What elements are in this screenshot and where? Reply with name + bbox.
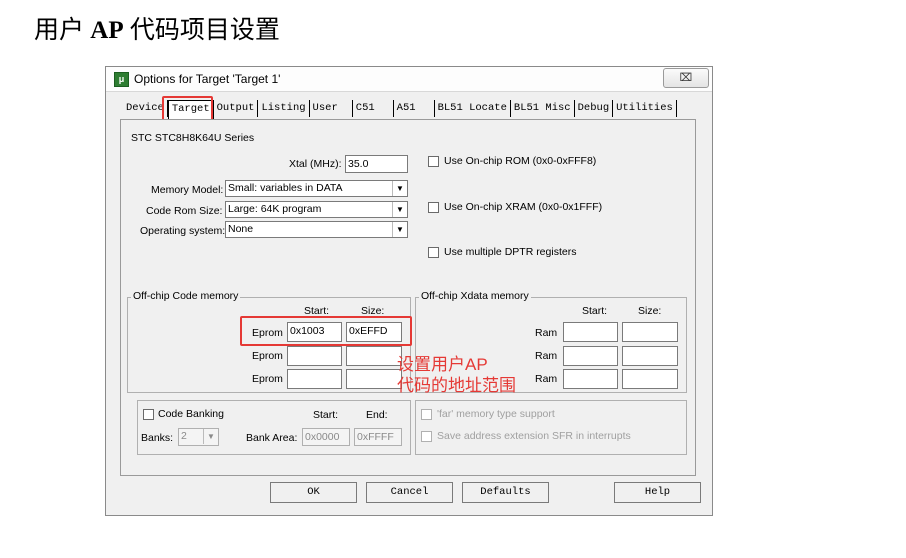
help-button[interactable]: Help [614, 482, 701, 503]
banks-select[interactable]: 2 ▼ [178, 428, 219, 446]
cancel-button[interactable]: Cancel [366, 482, 453, 503]
os-value: None [228, 223, 254, 235]
ram-size-input[interactable] [622, 322, 678, 342]
page-heading: 用户 AP 代码项目设置 [34, 17, 280, 44]
eprom-label: Eprom [252, 373, 283, 385]
tab-c51[interactable]: C51 [353, 100, 394, 117]
eprom-start-input[interactable] [287, 369, 342, 389]
chevron-down-icon: ▼ [392, 202, 407, 217]
ram-label: Ram [535, 350, 558, 362]
eprom-size-input[interactable] [346, 369, 402, 389]
dialog-titlebar: μ Options for Target 'Target 1' ⌧ [106, 67, 712, 92]
memory-model-label: Memory Model: [151, 184, 224, 196]
device-name: STC STC8H8K64U Series [131, 132, 255, 144]
xdata-size-header: Size: [638, 305, 662, 317]
tab-listing[interactable]: Listing [258, 100, 310, 117]
eprom-label: Eprom [252, 350, 283, 362]
xtal-label: Xtal (MHz): [289, 158, 342, 170]
chevron-down-icon: ▼ [392, 181, 407, 196]
memory-model-select[interactable]: Small: variables in DATA ▼ [225, 180, 408, 197]
code-rom-value: Large: 64K program [228, 203, 322, 215]
banks-value: 2 [181, 430, 187, 442]
tab-bl51-locate[interactable]: BL51 Locate [435, 100, 511, 117]
defaults-button[interactable]: Defaults [462, 482, 549, 503]
onchip-rom-checkbox[interactable] [428, 156, 439, 167]
multi-dptr-label: Use multiple DPTR registers [444, 246, 577, 258]
xdata-start-header: Start: [582, 305, 608, 317]
ram-start-input[interactable] [563, 322, 618, 342]
bank-end-header: End: [366, 409, 388, 421]
far-support-label: 'far' memory type support [437, 408, 555, 420]
tab-utilities[interactable]: Utilities [613, 100, 677, 117]
memory-model-value: Small: variables in DATA [228, 182, 343, 194]
annotation-line-1: 设置用户AP [397, 355, 488, 374]
eprom-size-input[interactable] [346, 346, 402, 366]
code-banking-label: Code Banking [158, 408, 224, 420]
onchip-rom-label: Use On-chip ROM (0x0-0xFFF8) [444, 155, 597, 167]
bank-area-label: Bank Area: [246, 432, 298, 444]
ram-size-input[interactable] [622, 369, 678, 389]
keil-app-icon: μ [114, 72, 129, 87]
ram-label: Ram [535, 327, 558, 339]
ok-button[interactable]: OK [270, 482, 357, 503]
ram-start-input[interactable] [563, 369, 618, 389]
eprom-start-input[interactable] [287, 346, 342, 366]
tab-device[interactable]: Device [122, 100, 168, 117]
bank-start-header: Start: [313, 409, 339, 421]
bank-end-input[interactable]: 0xFFFF [354, 428, 402, 446]
os-label: Operating system: [140, 225, 226, 237]
target-panel: STC STC8H8K64U Series Xtal (MHz): 35.0 M… [120, 119, 696, 476]
dialog-title: Options for Target 'Target 1' [134, 72, 281, 86]
tab-a51[interactable]: A51 [394, 100, 435, 117]
annotation-text: 设置用户AP 代码的地址范围 [397, 354, 516, 396]
tab-bl51-misc[interactable]: BL51 Misc [511, 100, 575, 117]
annotation-line-2: 代码的地址范围 [397, 376, 516, 395]
tab-debug[interactable]: Debug [575, 100, 614, 117]
os-select[interactable]: None ▼ [225, 221, 408, 238]
tab-output[interactable]: Output [214, 100, 259, 117]
code-rom-label: Code Rom Size: [146, 205, 223, 217]
multi-dptr-checkbox[interactable] [428, 247, 439, 258]
code-banking-checkbox[interactable] [143, 409, 154, 420]
far-support-checkbox[interactable] [421, 409, 432, 420]
ram-size-input[interactable] [622, 346, 678, 366]
offchip-xdata-title: Off-chip Xdata memory [419, 290, 531, 302]
options-dialog: μ Options for Target 'Target 1' ⌧ Device… [105, 66, 713, 516]
chevron-down-icon: ▼ [392, 222, 407, 237]
bank-start-input[interactable]: 0x0000 [302, 428, 350, 446]
tab-user[interactable]: User [310, 100, 353, 117]
save-sfr-label: Save address extension SFR in interrupts [437, 430, 631, 442]
offchip-code-title: Off-chip Code memory [131, 290, 241, 302]
onchip-xram-label: Use On-chip XRAM (0x0-0x1FFF) [444, 201, 603, 213]
onchip-xram-checkbox[interactable] [428, 202, 439, 213]
xtal-input[interactable]: 35.0 [345, 155, 408, 173]
banks-label: Banks: [141, 432, 174, 444]
close-button[interactable]: ⌧ [663, 68, 709, 88]
save-sfr-checkbox[interactable] [421, 431, 432, 442]
eprom-highlight [240, 316, 412, 346]
chevron-down-icon: ▼ [203, 429, 218, 444]
code-rom-select[interactable]: Large: 64K program ▼ [225, 201, 408, 218]
ram-start-input[interactable] [563, 346, 618, 366]
ram-label: Ram [535, 373, 558, 385]
